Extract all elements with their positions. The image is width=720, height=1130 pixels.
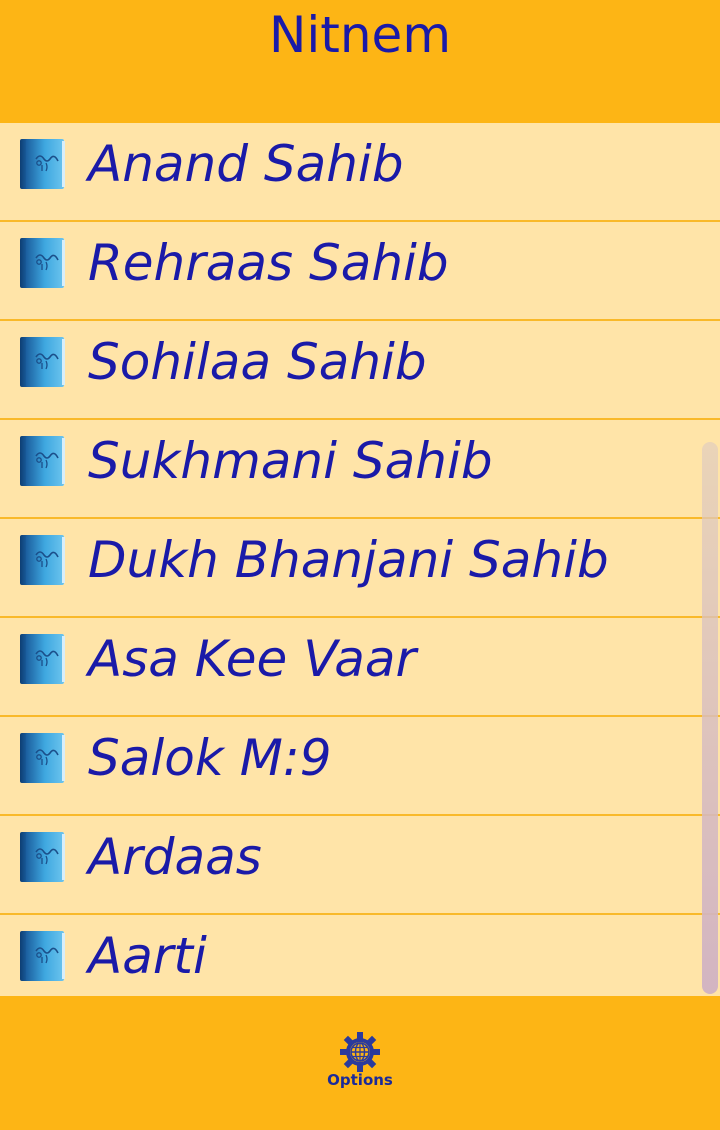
list-item-label: Asa Kee Vaar — [88, 630, 417, 688]
list-item[interactable]: Rehraas Sahib — [0, 222, 720, 321]
scrollbar[interactable] — [702, 442, 718, 994]
list-item-label: Salok M:9 — [88, 729, 332, 787]
list-item-label: Sukhmani Sahib — [88, 432, 493, 490]
options-button[interactable]: Options — [318, 1032, 402, 1094]
book-icon — [19, 831, 66, 883]
list-item-label: Dukh Bhanjani Sahib — [88, 531, 609, 589]
book-icon — [19, 138, 66, 190]
book-icon — [19, 930, 66, 982]
list-item[interactable]: Dukh Bhanjani Sahib — [0, 519, 720, 618]
list-item[interactable]: Ardaas — [0, 816, 720, 915]
list-item[interactable]: Anand Sahib — [0, 123, 720, 222]
options-label: Options — [327, 1071, 393, 1089]
page-title: Nitnem — [268, 6, 452, 64]
bani-list[interactable]: Anand Sahib Rehraas Sahib Sohilaa Sahib … — [0, 123, 720, 996]
list-item[interactable]: Sohilaa Sahib — [0, 321, 720, 420]
list-item[interactable]: Salok M:9 — [0, 717, 720, 816]
list-item-label: Sohilaa Sahib — [88, 333, 427, 391]
book-icon — [19, 237, 66, 289]
list-item-label: Aarti — [88, 927, 207, 985]
list-item[interactable]: Sukhmani Sahib — [0, 420, 720, 519]
book-icon — [19, 534, 66, 586]
list-item-label: Ardaas — [88, 828, 262, 886]
gear-globe-icon — [340, 1032, 380, 1072]
bottom-bar: Options — [0, 996, 720, 1130]
list-item-label: Rehraas Sahib — [88, 234, 449, 292]
list-item[interactable]: Aarti — [0, 915, 720, 996]
book-icon — [19, 732, 66, 784]
list-item[interactable]: Asa Kee Vaar — [0, 618, 720, 717]
book-icon — [19, 633, 66, 685]
book-icon — [19, 435, 66, 487]
app-header: Nitnem — [0, 0, 720, 123]
book-icon — [19, 336, 66, 388]
list-item-label: Anand Sahib — [88, 135, 404, 193]
